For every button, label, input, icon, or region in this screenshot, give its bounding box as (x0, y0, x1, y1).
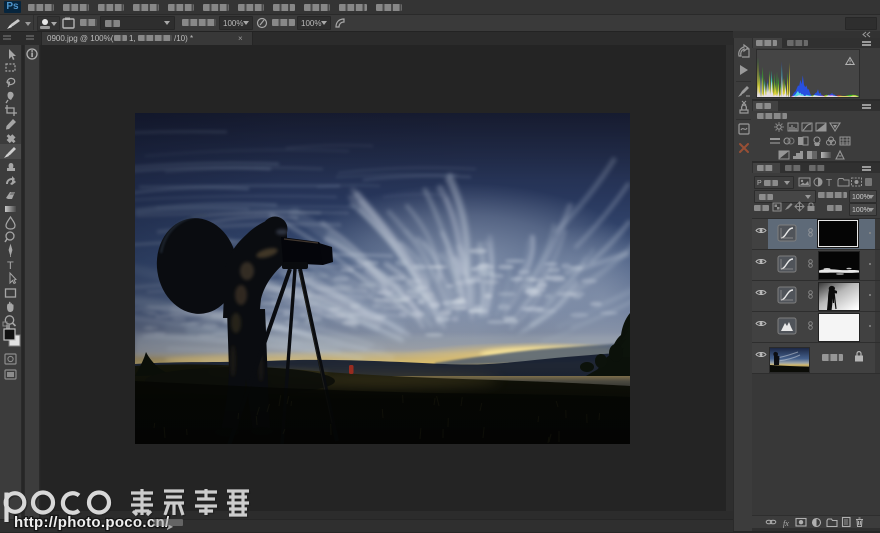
svg-text:http://photo.poco.cn/: http://photo.poco.cn/ (14, 514, 170, 531)
svg-text:T: T (7, 260, 14, 272)
svg-text:fx: fx (783, 519, 789, 528)
